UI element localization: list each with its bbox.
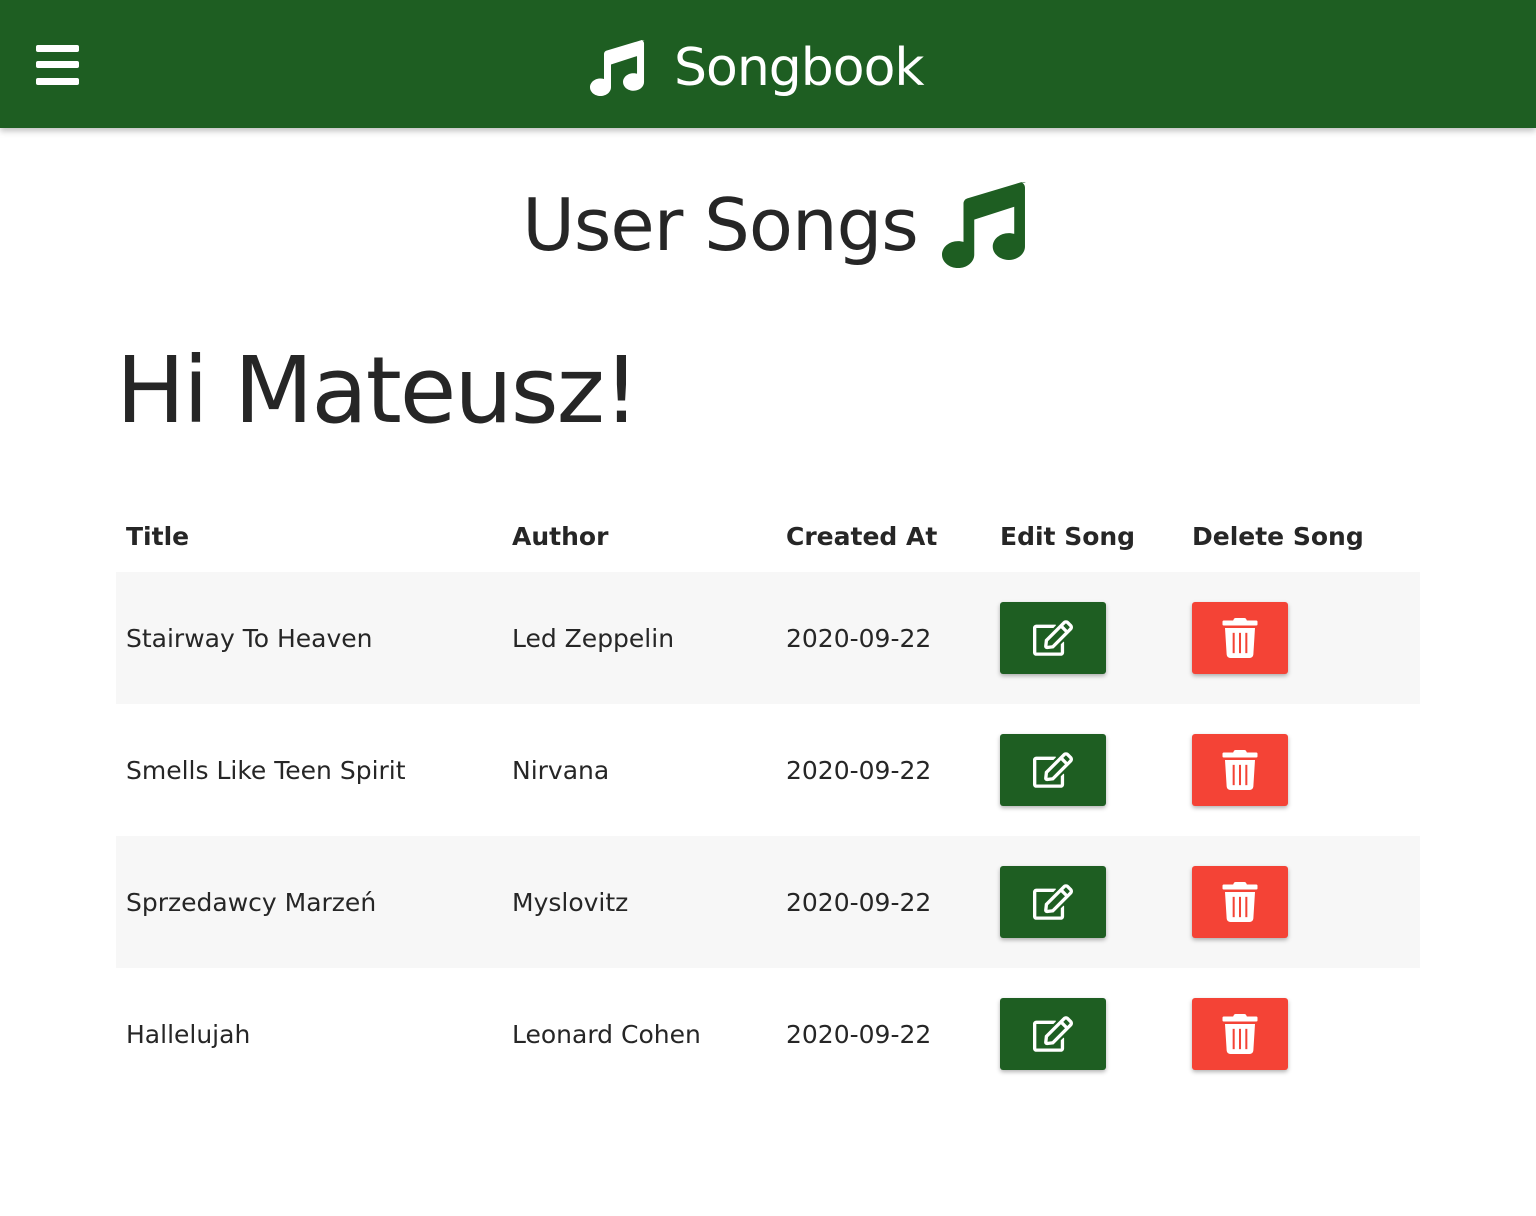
- column-header-created-at: Created At: [786, 521, 938, 551]
- song-created-at-cell: 2020-09-22: [776, 836, 990, 968]
- trash-icon: [1222, 882, 1258, 922]
- edit-icon: [1033, 884, 1073, 920]
- trash-icon: [1222, 750, 1258, 790]
- edit-song-button[interactable]: [1000, 602, 1106, 674]
- delete-song-button[interactable]: [1192, 998, 1288, 1070]
- column-header-edit-song: Edit Song: [1000, 521, 1136, 551]
- music-note-icon: [590, 40, 645, 96]
- edit-icon: [1033, 1016, 1073, 1052]
- table-row: Smells Like Teen Spirit Nirvana 2020-09-…: [116, 704, 1420, 836]
- song-author-cell: Myslovitz: [502, 836, 776, 968]
- column-header-delete-song: Delete Song: [1192, 521, 1364, 551]
- edit-cell: [990, 968, 1182, 1100]
- edit-song-button[interactable]: [1000, 998, 1106, 1070]
- hamburger-menu-icon[interactable]: [36, 45, 79, 85]
- table-header-row: Title Author Created At Edit Song Delete…: [116, 500, 1420, 572]
- songs-table: Title Author Created At Edit Song Delete…: [116, 500, 1420, 1100]
- page-heading: User Songs: [0, 182, 1536, 268]
- edit-cell: [990, 704, 1182, 836]
- column-header-title: Title: [126, 521, 190, 551]
- edit-song-button[interactable]: [1000, 866, 1106, 938]
- delete-song-button[interactable]: [1192, 602, 1288, 674]
- delete-cell: [1182, 704, 1420, 836]
- delete-song-button[interactable]: [1192, 734, 1288, 806]
- brand-title: Songbook: [674, 38, 925, 98]
- top-navbar: Songbook: [0, 0, 1536, 128]
- edit-cell: [990, 836, 1182, 968]
- table-row: Hallelujah Leonard Cohen 2020-09-22: [116, 968, 1420, 1100]
- edit-icon: [1033, 620, 1073, 656]
- user-greeting: Hi Mateusz!: [116, 337, 640, 444]
- song-title-cell: Hallelujah: [116, 968, 502, 1100]
- table-row: Stairway To Heaven Led Zeppelin 2020-09-…: [116, 572, 1420, 704]
- song-title-cell: Sprzedawcy Marzeń: [116, 836, 502, 968]
- edit-icon: [1033, 752, 1073, 788]
- delete-cell: [1182, 572, 1420, 704]
- song-created-at-cell: 2020-09-22: [776, 704, 990, 836]
- column-header-author: Author: [512, 521, 609, 551]
- delete-cell: [1182, 968, 1420, 1100]
- page-title: User Songs: [522, 183, 919, 267]
- song-created-at-cell: 2020-09-22: [776, 968, 990, 1100]
- delete-cell: [1182, 836, 1420, 968]
- song-author-cell: Nirvana: [502, 704, 776, 836]
- table-row: Sprzedawcy Marzeń Myslovitz 2020-09-22: [116, 836, 1420, 968]
- song-title-cell: Stairway To Heaven: [116, 572, 502, 704]
- edit-song-button[interactable]: [1000, 734, 1106, 806]
- song-author-cell: Led Zeppelin: [502, 572, 776, 704]
- song-title-cell: Smells Like Teen Spirit: [116, 704, 502, 836]
- delete-song-button[interactable]: [1192, 866, 1288, 938]
- music-note-icon: [941, 182, 1026, 268]
- trash-icon: [1222, 618, 1258, 658]
- song-author-cell: Leonard Cohen: [502, 968, 776, 1100]
- trash-icon: [1222, 1014, 1258, 1054]
- brand-link[interactable]: Songbook: [590, 28, 925, 108]
- song-created-at-cell: 2020-09-22: [776, 572, 990, 704]
- edit-cell: [990, 572, 1182, 704]
